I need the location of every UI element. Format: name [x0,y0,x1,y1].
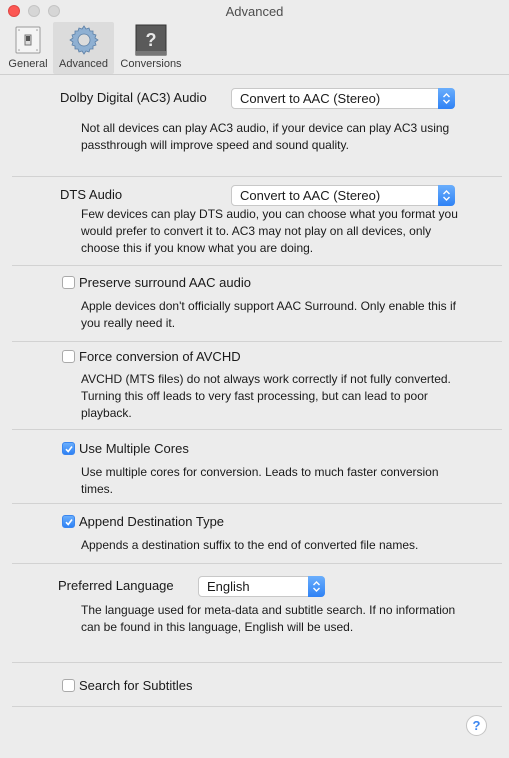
divider [12,503,502,504]
window-title: Advanced [225,4,284,19]
ac3-label: Dolby Digital (AC3) Audio [60,90,207,105]
append-destination-description: Appends a destination suffix to the end … [81,538,419,552]
divider [12,176,502,177]
search-subtitles-label: Search for Subtitles [79,678,193,693]
help-icon: ? [472,718,481,733]
svg-text:?: ? [146,30,157,50]
divider [12,706,502,707]
chevron-updown-icon [438,185,455,206]
ac3-description: Not all devices can play AC3 audio, if y… [81,121,450,152]
preserve-surround-description: Apple devices don't officially support A… [81,299,456,330]
divider [12,429,502,430]
preserve-surround-label: Preserve surround AAC audio [79,275,251,290]
chevron-updown-icon [308,576,325,597]
divider [12,662,502,663]
divider [12,265,502,266]
force-avchd-checkbox[interactable] [62,350,75,363]
multiple-cores-label: Use Multiple Cores [79,441,189,456]
preferred-language-description: The language used for meta-data and subt… [81,603,456,634]
chevron-updown-icon [438,88,455,109]
search-subtitles-checkbox[interactable] [62,679,75,692]
checkmark-icon [65,446,73,453]
preferences-toolbar: General Advanced ? Conversions [0,22,509,75]
tab-general[interactable]: General [4,22,52,74]
multiple-cores-checkbox[interactable] [62,442,75,455]
gear-icon [68,25,99,55]
question-box-icon: ? [135,24,167,56]
tab-conversions-label: Conversions [120,58,182,70]
toggle-switch-icon [15,26,41,54]
dts-popup[interactable]: Convert to AAC (Stereo) [231,185,455,206]
preserve-surround-checkbox[interactable] [62,276,75,289]
title-bar: Advanced [0,0,509,24]
tab-conversions[interactable]: ? Conversions [115,22,187,74]
dts-popup-value: Convert to AAC (Stereo) [240,188,381,203]
tab-general-label: General [8,58,48,70]
preferred-language-label: Preferred Language [58,578,174,593]
force-avchd-description: AVCHD (MTS files) do not always work cor… [81,372,451,420]
ac3-popup[interactable]: Convert to AAC (Stereo) [231,88,455,109]
divider [12,563,502,564]
dts-description: Few devices can play DTS audio, you can … [81,207,458,255]
ac3-popup-value: Convert to AAC (Stereo) [240,91,381,106]
multiple-cores-description: Use multiple cores for conversion. Leads… [81,465,439,496]
dts-label: DTS Audio [60,187,123,202]
append-destination-label: Append Destination Type [79,514,225,529]
help-button[interactable]: ? [466,715,487,736]
tab-advanced-label: Advanced [59,58,108,70]
append-destination-checkbox[interactable] [62,515,75,528]
preferred-language-popup[interactable]: English [198,576,325,597]
divider [12,341,502,342]
force-avchd-label: Force conversion of AVCHD [79,349,241,364]
preferred-language-value: English [207,579,250,594]
tab-advanced[interactable]: Advanced [53,22,114,74]
checkmark-icon [65,519,73,526]
